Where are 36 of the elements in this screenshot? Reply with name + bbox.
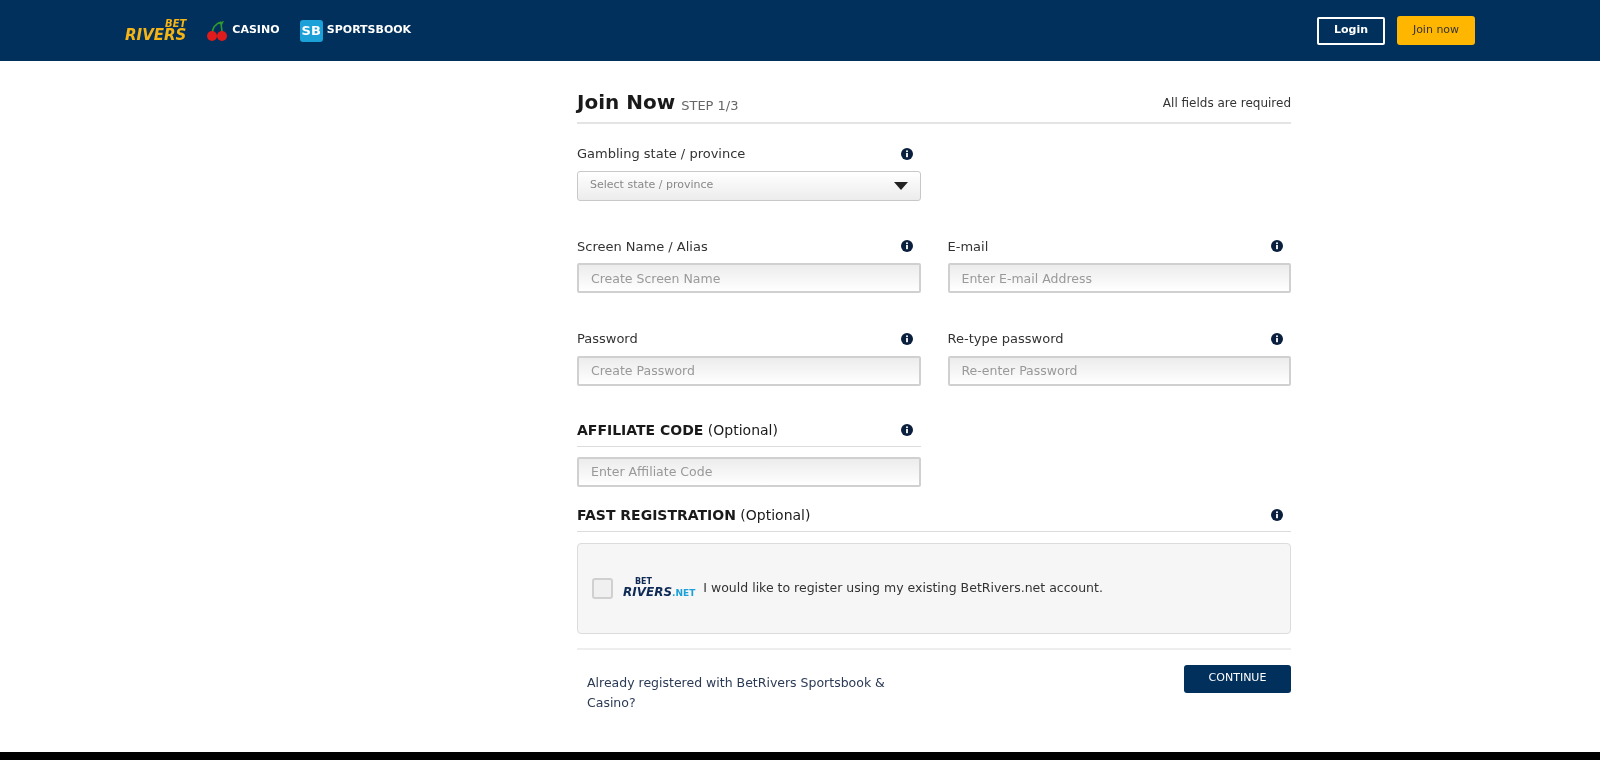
info-icon[interactable] xyxy=(900,332,913,345)
step-indicator: STEP 1/3 xyxy=(681,99,739,112)
required-note: All fields are required xyxy=(1162,95,1291,112)
fast-registration-text: I would like to register using my existing BetRivers.net account. xyxy=(703,578,1103,597)
login-button[interactable]: Login xyxy=(1316,16,1385,45)
field-label: Password xyxy=(577,330,638,348)
info-icon[interactable] xyxy=(1271,332,1283,345)
join-now-button[interactable]: Join now xyxy=(1397,16,1475,45)
input-field[interactable]: Re-enter Password xyxy=(947,355,1291,386)
brand-logo[interactable]: BET RIVERS xyxy=(125,18,187,43)
field-label: E-mail xyxy=(947,237,989,256)
input-field[interactable]: Enter Affiliate Code xyxy=(577,456,921,487)
checkbox[interactable] xyxy=(592,577,613,599)
info-icon[interactable] xyxy=(901,424,913,436)
cherries-icon xyxy=(206,19,229,42)
state-select[interactable]: Select state / province xyxy=(577,170,921,201)
section-heading: FAST REGISTRATION (Optional) xyxy=(577,505,811,525)
betrivers-net-logo: BET RIVERS.NET xyxy=(623,578,696,598)
nav-link[interactable]: CASINO xyxy=(232,22,280,39)
info-icon[interactable] xyxy=(1271,509,1283,521)
field-label: Re-type password xyxy=(947,330,1064,348)
page-title: Join Now xyxy=(577,92,676,112)
nav-link[interactable]: SPORTSBOOK xyxy=(326,22,412,39)
already-registered-text: Already registered with BetRivers Sportsbook & Casino? xyxy=(587,673,886,712)
section-heading: AFFILIATE CODE (Optional) xyxy=(577,420,778,440)
input-field[interactable]: Enter E-mail Address xyxy=(947,263,1291,293)
info-icon[interactable] xyxy=(900,240,913,253)
field-label: Gambling state / province xyxy=(577,145,746,163)
caret-icon xyxy=(894,181,908,190)
field-label: Screen Name / Alias xyxy=(577,237,708,256)
input-field[interactable]: Create Password xyxy=(577,355,921,386)
info-icon[interactable] xyxy=(1271,240,1283,253)
input-field[interactable]: Create Screen Name xyxy=(577,263,921,293)
continue-button[interactable]: CONTINUE xyxy=(1184,664,1291,693)
info-icon[interactable] xyxy=(901,147,913,160)
sportsbook-badge: SB xyxy=(299,19,323,42)
